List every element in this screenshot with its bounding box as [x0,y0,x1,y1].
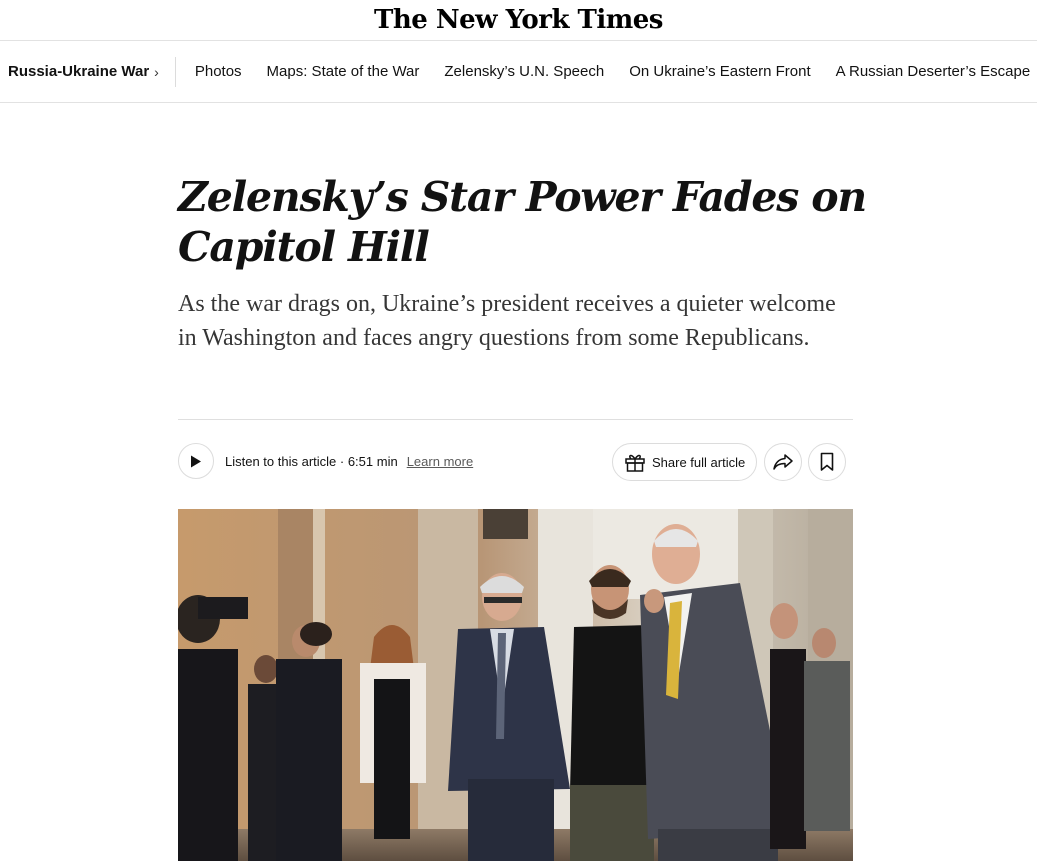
divider [178,419,853,420]
share-button[interactable] [764,443,802,481]
listen-label: Listen to this article · 6:51 min [225,453,398,469]
bookmark-icon [820,452,834,471]
article-summary: As the war drags on, Ukraine’s president… [178,291,836,351]
nav-link-photos[interactable]: Photos [195,63,242,80]
chevron-right-icon: › [154,63,159,80]
nav-link-eastern-front[interactable]: On Ukraine’s Eastern Front [629,63,810,80]
gift-icon [625,454,645,472]
section-link-russia-ukraine-war[interactable]: Russia-Ukraine War › [0,56,176,87]
share-full-article-button[interactable]: Share full article [612,443,757,481]
share-arrow-icon [773,454,793,470]
nav-link-deserter[interactable]: A Russian Deserter’s Escape [836,63,1031,80]
play-icon [191,455,201,467]
learn-more-link[interactable]: Learn more [407,454,473,469]
nyt-logo[interactable]: The New York Times [374,5,663,35]
section-navbar: Russia-Ukraine War › Photos Maps: State … [0,40,1037,103]
article-headline: Zelensky’s Star Power Fades on Capitol H… [178,173,867,271]
photo-illustration [178,509,853,861]
article-lead-photo [178,509,853,861]
nav-link-maps[interactable]: Maps: State of the War [267,63,420,80]
nav-link-un-speech[interactable]: Zelensky’s U.N. Speech [444,63,604,80]
section-label: Russia-Ukraine War [8,63,150,80]
play-button[interactable] [178,443,214,479]
masthead: The New York Times [0,0,1037,40]
nav-links: Photos Maps: State of the War Zelensky’s… [176,63,1030,80]
bookmark-button[interactable] [808,443,846,481]
share-full-label: Share full article [652,454,746,470]
listen-bar: Listen to this article · 6:51 min Learn … [178,443,473,479]
